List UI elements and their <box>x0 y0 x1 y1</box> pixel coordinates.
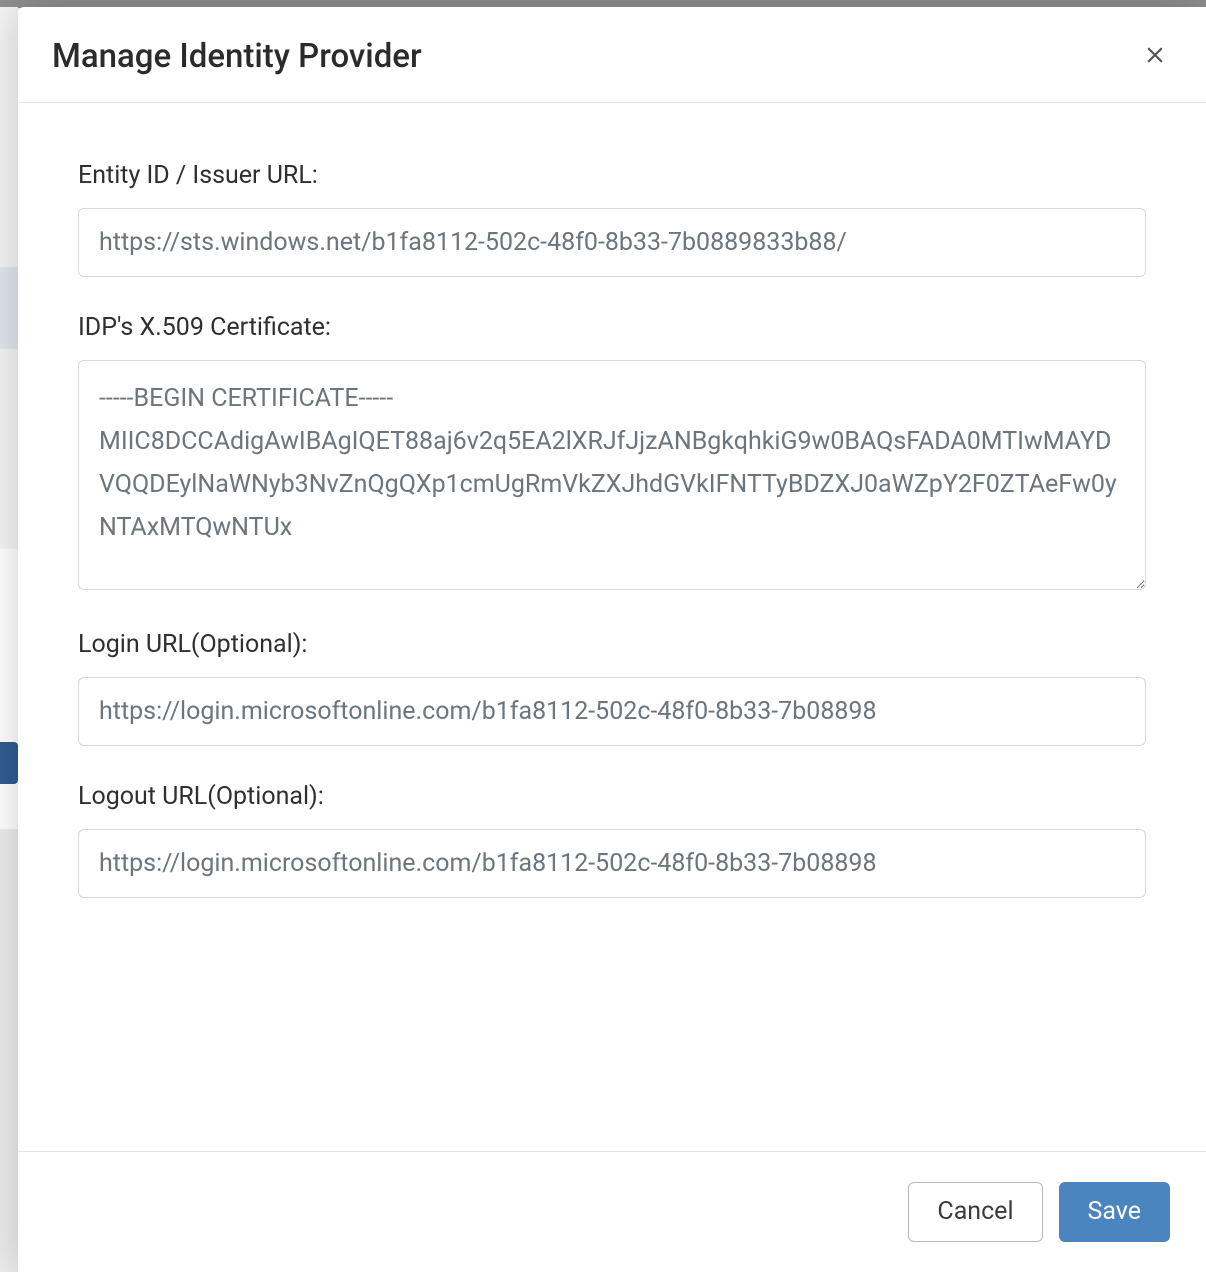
cancel-button[interactable]: Cancel <box>908 1182 1042 1242</box>
login-url-label: Login URL(Optional): <box>78 630 1146 659</box>
entity-id-input[interactable] <box>78 208 1146 277</box>
modal-footer: Cancel Save <box>18 1151 1206 1272</box>
background-strip <box>0 549 18 829</box>
login-url-group: Login URL(Optional): <box>78 630 1146 746</box>
entity-id-label: Entity ID / Issuer URL: <box>78 161 1146 190</box>
background-strip <box>0 349 18 549</box>
certificate-group: IDP's X.509 Certificate: <box>78 313 1146 594</box>
modal-body: Entity ID / Issuer URL: IDP's X.509 Cert… <box>18 103 1206 1151</box>
login-url-input[interactable] <box>78 677 1146 746</box>
background-strip <box>0 267 18 349</box>
logout-url-group: Logout URL(Optional): <box>78 782 1146 898</box>
modal-title: Manage Identity Provider <box>52 37 422 76</box>
modal-header: Manage Identity Provider <box>18 7 1206 103</box>
modal-dialog: Manage Identity Provider Entity ID / Iss… <box>18 7 1206 1272</box>
logout-url-label: Logout URL(Optional): <box>78 782 1146 811</box>
certificate-label: IDP's X.509 Certificate: <box>78 313 1146 342</box>
entity-id-group: Entity ID / Issuer URL: <box>78 161 1146 277</box>
certificate-textarea[interactable] <box>78 360 1146 590</box>
save-button[interactable]: Save <box>1059 1182 1170 1242</box>
close-button[interactable] <box>1138 38 1172 75</box>
logout-url-input[interactable] <box>78 829 1146 898</box>
background-strip <box>0 7 18 267</box>
close-icon <box>1142 42 1168 71</box>
background-strip <box>0 742 18 784</box>
